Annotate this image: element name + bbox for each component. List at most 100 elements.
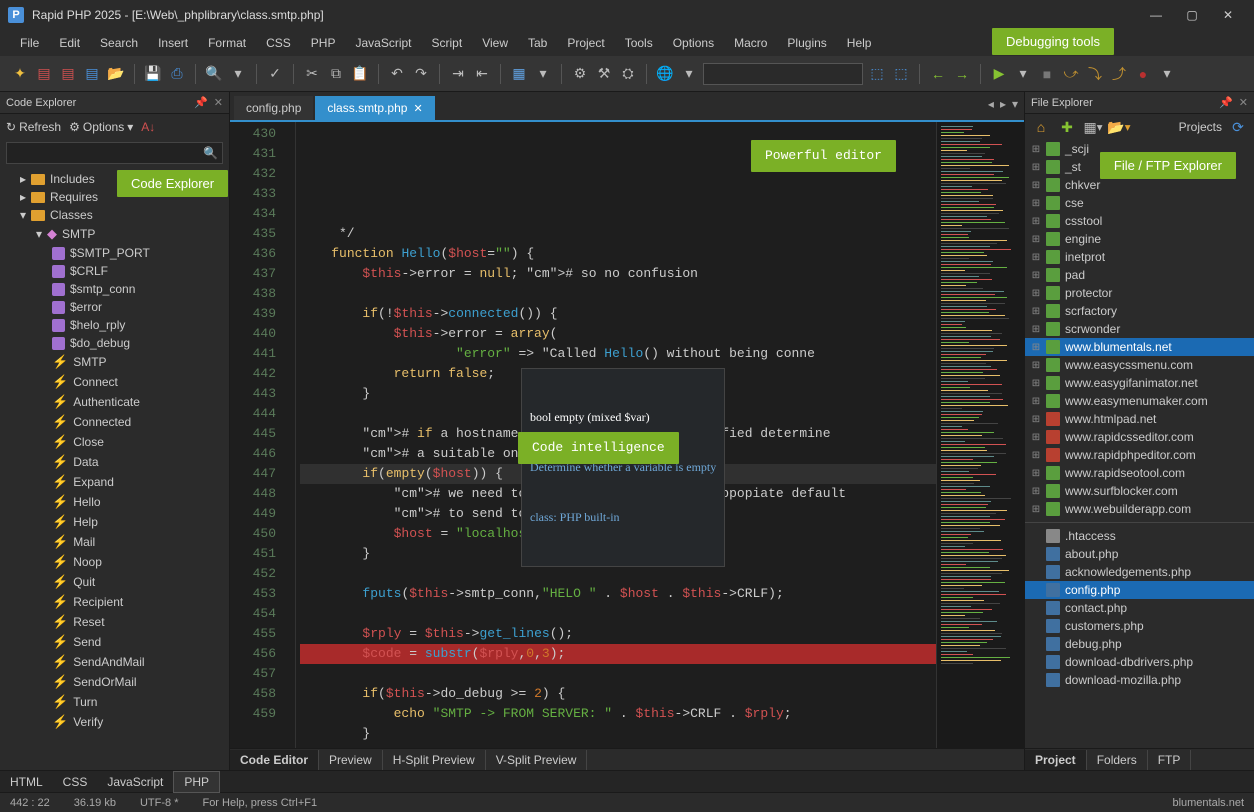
- run-target-input[interactable]: [703, 63, 863, 85]
- expand-icon[interactable]: ⊞: [1031, 216, 1041, 227]
- editor-tab[interactable]: class.smtp.php ✕: [315, 96, 434, 120]
- expand-icon[interactable]: ⊞: [1031, 252, 1041, 263]
- menu-macro[interactable]: Macro: [726, 32, 775, 54]
- code-line[interactable]: [300, 744, 936, 748]
- tree-method[interactable]: ⚡ Quit: [0, 572, 229, 592]
- run-icon[interactable]: ▶: [989, 64, 1009, 84]
- tab-next-icon[interactable]: ▸: [1000, 97, 1006, 111]
- file-item[interactable]: debug.php: [1025, 635, 1254, 653]
- expand-icon[interactable]: ⊞: [1031, 342, 1041, 353]
- code-line[interactable]: [300, 284, 936, 304]
- lang-tab[interactable]: PHP: [173, 771, 220, 793]
- encoding[interactable]: UTF-8 *: [140, 797, 179, 809]
- projects-label[interactable]: Projects: [1179, 120, 1222, 134]
- expand-icon[interactable]: ⊞: [1031, 324, 1041, 335]
- close-button[interactable]: ✕: [1210, 3, 1246, 27]
- code-line[interactable]: $this->error = null; "cm"># so no confus…: [300, 264, 936, 284]
- panel-close-icon[interactable]: ✕: [214, 96, 223, 109]
- refresh-button[interactable]: ↻ Refresh: [6, 120, 61, 134]
- menu-options[interactable]: Options: [665, 32, 722, 54]
- file-item[interactable]: download-mozilla.php: [1025, 671, 1254, 689]
- menu-script[interactable]: Script: [424, 32, 471, 54]
- code-editor[interactable]: 4304314324334344354364374384394404414424…: [230, 120, 1024, 748]
- tool-3-icon[interactable]: ⛭: [618, 64, 638, 84]
- folder-item[interactable]: ⊞ scrfactory: [1025, 302, 1254, 320]
- expand-icon[interactable]: ⊞: [1031, 360, 1041, 371]
- breakpoint-dropdown-icon[interactable]: ▾: [1157, 64, 1177, 84]
- tree-var[interactable]: $smtp_conn: [0, 280, 229, 298]
- new-file-icon[interactable]: ✦: [10, 64, 30, 84]
- editor-tab[interactable]: config.php: [234, 96, 313, 120]
- expand-icon[interactable]: ⊞: [1031, 270, 1041, 281]
- tree-method[interactable]: ⚡ Expand: [0, 472, 229, 492]
- folder-item[interactable]: ⊞ scrwonder: [1025, 320, 1254, 338]
- expand-icon[interactable]: ⊞: [1031, 162, 1041, 173]
- step-out-icon[interactable]: ⤴: [1109, 64, 1129, 84]
- home-icon[interactable]: ⌂: [1031, 117, 1051, 137]
- code-line[interactable]: $rply = $this->get_lines();: [300, 624, 936, 644]
- tree-var[interactable]: $error: [0, 298, 229, 316]
- file-view-tab[interactable]: Folders: [1087, 750, 1148, 770]
- open-folder-icon[interactable]: 📂▾: [1109, 117, 1129, 137]
- file-item[interactable]: customers.php: [1025, 617, 1254, 635]
- new-folder-icon[interactable]: ✚: [1057, 117, 1077, 137]
- file-item[interactable]: contact.php: [1025, 599, 1254, 617]
- tree-method[interactable]: ⚡ Connected: [0, 412, 229, 432]
- folder-item[interactable]: ⊞ cse: [1025, 194, 1254, 212]
- code-line[interactable]: */: [300, 224, 936, 244]
- view-tab[interactable]: Code Editor: [230, 750, 319, 770]
- undo-icon[interactable]: ↶: [387, 64, 407, 84]
- pin-icon[interactable]: 📌: [1219, 96, 1233, 109]
- tree-method[interactable]: ⚡ Recipient: [0, 592, 229, 612]
- menu-help[interactable]: Help: [839, 32, 880, 54]
- file-item[interactable]: about.php: [1025, 545, 1254, 563]
- expand-icon[interactable]: ⊞: [1031, 306, 1041, 317]
- folder-item[interactable]: ⊞ www.rapidphpeditor.com: [1025, 446, 1254, 464]
- goto-1-icon[interactable]: ⬚: [867, 64, 887, 84]
- nav-back-icon[interactable]: ←: [928, 64, 948, 84]
- nav-fwd-icon[interactable]: →: [952, 64, 972, 84]
- menu-php[interactable]: PHP: [303, 32, 344, 54]
- run-dropdown-icon[interactable]: ▾: [1013, 64, 1033, 84]
- tree-var[interactable]: $do_debug: [0, 334, 229, 352]
- expand-icon[interactable]: ⊞: [1031, 396, 1041, 407]
- tree-method[interactable]: ⚡ Connect: [0, 372, 229, 392]
- search-icon[interactable]: 🔍: [203, 146, 218, 160]
- open-icon[interactable]: 📂: [106, 64, 126, 84]
- code-line[interactable]: if(!$this->connected()) {: [300, 304, 936, 324]
- breakpoint-icon[interactable]: ●: [1133, 64, 1153, 84]
- expand-icon[interactable]: ⊞: [1031, 486, 1041, 497]
- new-php-icon[interactable]: ▤: [82, 64, 102, 84]
- paste-icon[interactable]: 📋: [350, 64, 370, 84]
- tree-method[interactable]: ⚡ Verify: [0, 712, 229, 732]
- sync-icon[interactable]: ⟳: [1228, 117, 1248, 137]
- tree-method[interactable]: ⚡ Noop: [0, 552, 229, 572]
- menu-insert[interactable]: Insert: [150, 32, 196, 54]
- tree-var[interactable]: $helo_rply: [0, 316, 229, 334]
- expand-icon[interactable]: ⊞: [1031, 180, 1041, 191]
- view-tab[interactable]: V-Split Preview: [486, 750, 588, 770]
- lang-tab[interactable]: JavaScript: [97, 772, 173, 792]
- menu-javascript[interactable]: JavaScript: [347, 32, 419, 54]
- code-line[interactable]: [300, 664, 936, 684]
- tab-prev-icon[interactable]: ◂: [988, 97, 994, 111]
- new-css-icon[interactable]: ▤: [58, 64, 78, 84]
- folder-item[interactable]: ⊞ www.easycssmenu.com: [1025, 356, 1254, 374]
- menu-format[interactable]: Format: [200, 32, 254, 54]
- folder-item[interactable]: ⊞ www.surfblocker.com: [1025, 482, 1254, 500]
- tree-method[interactable]: ⚡ Mail: [0, 532, 229, 552]
- options-button[interactable]: ⚙ Options ▾: [69, 120, 133, 134]
- tree-var[interactable]: $SMTP_PORT: [0, 244, 229, 262]
- panel-close-icon[interactable]: ✕: [1239, 96, 1248, 109]
- spellcheck-icon[interactable]: ✓: [265, 64, 285, 84]
- menu-plugins[interactable]: Plugins: [779, 32, 834, 54]
- save-all-icon[interactable]: ⎙: [167, 64, 187, 84]
- folder-item[interactable]: ⊞ inetprot: [1025, 248, 1254, 266]
- file-view-tab[interactable]: FTP: [1148, 750, 1192, 770]
- expand-icon[interactable]: ⊞: [1031, 450, 1041, 461]
- tree-method[interactable]: ⚡ SendAndMail: [0, 652, 229, 672]
- tree-var[interactable]: $CRLF: [0, 262, 229, 280]
- explorer-search[interactable]: 🔍: [6, 142, 223, 164]
- expand-icon[interactable]: ⊞: [1031, 504, 1041, 515]
- folder-item[interactable]: ⊞ www.rapidcsseditor.com: [1025, 428, 1254, 446]
